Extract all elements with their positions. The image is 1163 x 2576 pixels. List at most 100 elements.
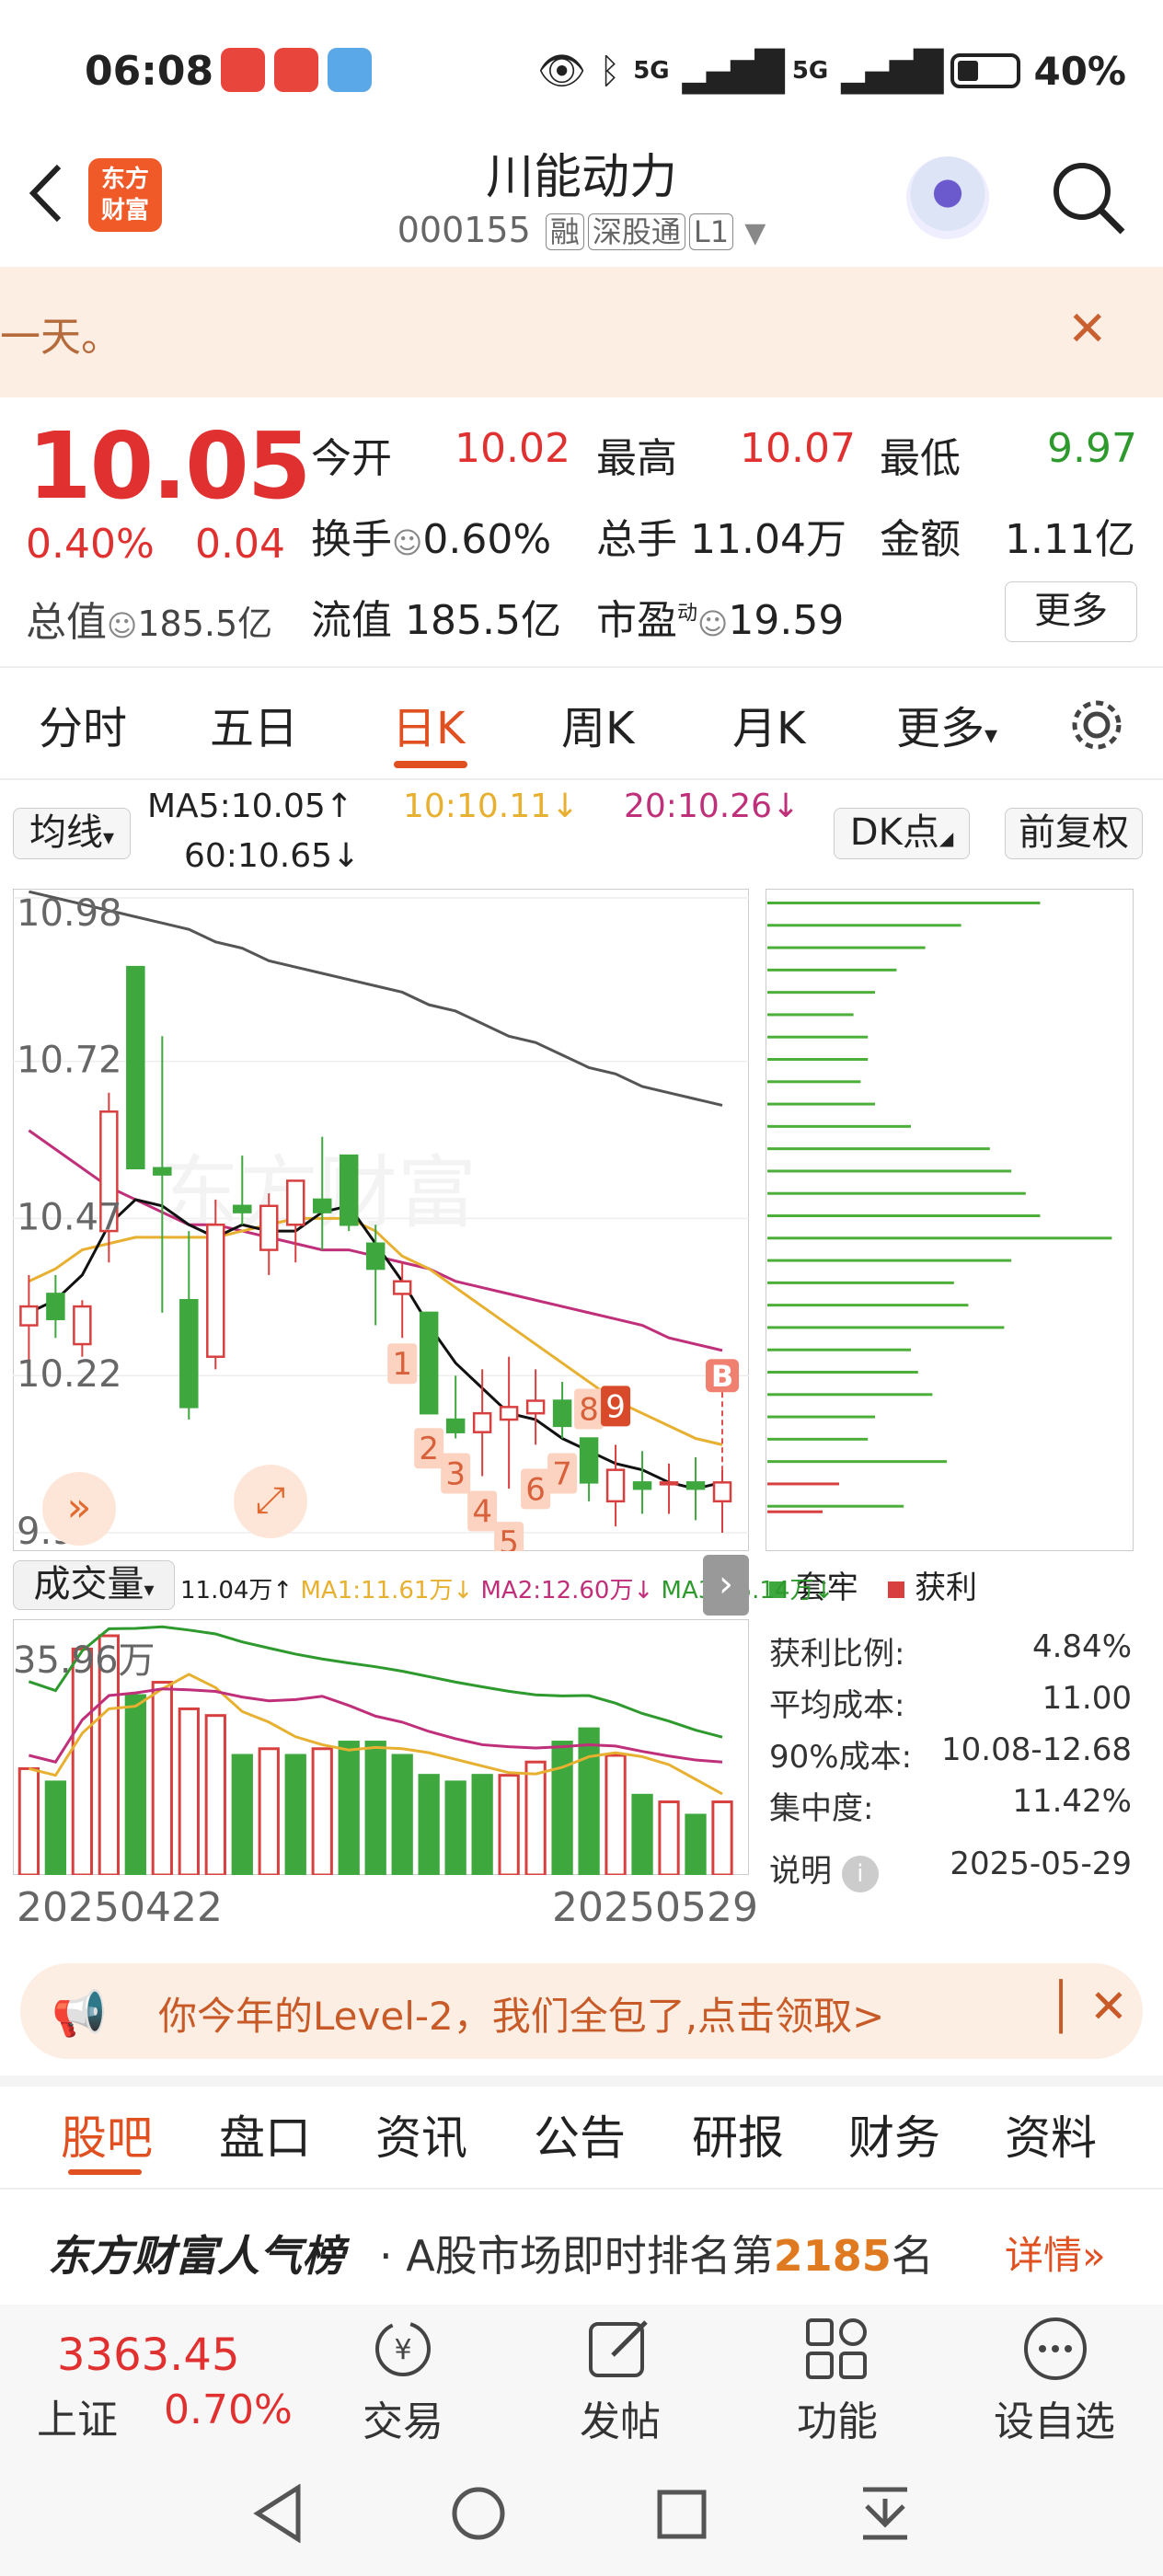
high-value: 10.07 (740, 425, 856, 472)
assistant-robot-icon[interactable] (906, 156, 989, 239)
double-chevron-icon[interactable]: » (42, 1472, 116, 1546)
chip-bar (767, 1236, 1112, 1240)
chip-bar (767, 1102, 875, 1106)
status-bar: 06:08 👁 ᛒ 5G ▂▄▆█ 5G ▂▄▆█ 40% (0, 0, 1163, 138)
trade-yen-icon[interactable]: ¥ (366, 2317, 440, 2381)
sequence-marker-label: 5 (499, 1524, 519, 1551)
open-label: 今开 (311, 435, 392, 482)
battery-percent: 40% (1033, 48, 1126, 94)
tab-research[interactable]: 研报 (692, 2101, 784, 2168)
banner-text[interactable]: 你今年的Level-2，我们全包了,点击领取> (158, 1985, 884, 2041)
expand-icon[interactable]: ⤢ (234, 1465, 307, 1538)
mktcap-label: 总值☺185.5亿 (26, 599, 273, 646)
candle-body (286, 1179, 305, 1226)
tab-handicap[interactable]: 盘口 (219, 2101, 311, 2168)
candle-body (499, 1406, 519, 1421)
more-quote-button[interactable]: 更多 (1005, 581, 1137, 642)
nav-home-icon[interactable] (451, 2486, 506, 2541)
volume-bar (418, 1774, 440, 1875)
ma-selector[interactable]: 均线▾ (13, 808, 131, 859)
tab-announcement[interactable]: 公告 (534, 2101, 626, 2168)
tab-more[interactable]: 更多▾ (896, 692, 997, 756)
index-value[interactable]: 3363.45 (57, 2329, 240, 2381)
tab-finance[interactable]: 财务 (848, 2101, 940, 2168)
volume-max-label: 35.96万 (13, 1639, 155, 1682)
add-watchlist-label[interactable]: 设自选 (981, 2388, 1128, 2447)
battery-icon (950, 53, 1021, 88)
add-watchlist-icon[interactable] (1021, 2315, 1089, 2383)
volume-bar (631, 1793, 653, 1875)
concentration-value: 11.42% (1012, 1783, 1132, 1820)
settings-gear-icon[interactable] (1067, 696, 1126, 754)
chip-bar (767, 1415, 875, 1419)
candle-body (685, 1481, 706, 1490)
app-notification-icon (221, 48, 265, 92)
chip-date: 2025-05-29 (950, 1846, 1132, 1882)
tab-intraday[interactable]: 分时 (39, 692, 127, 756)
tab-guba[interactable]: 股吧 (61, 2101, 153, 2168)
explain-link[interactable]: 说明 i (769, 1846, 879, 1892)
chevron-right-icon[interactable]: › (703, 1555, 749, 1616)
function-label[interactable]: 功能 (764, 2388, 911, 2447)
tab-profile[interactable]: 资料 (1005, 2101, 1097, 2168)
post-label[interactable]: 发帖 (547, 2388, 694, 2447)
chip-bar (767, 1013, 854, 1017)
notice-text[interactable]: 一天。 (0, 304, 121, 362)
function-grid-icon[interactable] (804, 2317, 869, 2381)
chip-bar (767, 946, 926, 949)
volume-bar (338, 1741, 360, 1875)
close-icon[interactable]: │ ✕ (1047, 1980, 1128, 2033)
kline-chart[interactable]: 东方财富 123456789B 10.9810.7210.4710.229.97 (13, 889, 749, 1551)
tab-five-day[interactable]: 五日 (210, 692, 298, 756)
tag-margin: 融 (545, 213, 584, 250)
svg-text:¥: ¥ (394, 2334, 411, 2366)
candle-body (46, 1293, 65, 1320)
candle-body (579, 1437, 599, 1484)
detail-link[interactable]: 详情» (1005, 2225, 1106, 2281)
popularity-text[interactable]: · A股市场即时排名第2185名 (379, 2223, 934, 2283)
index-name[interactable]: 上证 (37, 2386, 118, 2445)
close-icon[interactable]: ✕ (1067, 302, 1108, 357)
chip-bar (767, 1147, 990, 1151)
y-tick-label: 10.72 (17, 1040, 122, 1082)
candle-body (365, 1242, 386, 1271)
candle-body (392, 1280, 412, 1295)
indicator-selector[interactable]: 成交量▾ (13, 1560, 175, 1610)
eye-icon: 👁 (537, 48, 587, 93)
chip-bar (767, 1371, 918, 1374)
volume-bar (258, 1747, 280, 1875)
stock-code-row[interactable]: 000155 融深股通 L1 ▼ (0, 210, 1163, 250)
volume-bar (605, 1754, 627, 1875)
dk-point-button[interactable]: DK点◢ (834, 808, 970, 859)
tab-news[interactable]: 资讯 (375, 2101, 467, 2168)
sequence-marker-label: 7 (552, 1456, 572, 1493)
volume-bar (284, 1754, 306, 1875)
tab-weekly-k[interactable]: 周K (561, 692, 634, 756)
change-amount: 0.04 (195, 521, 285, 568)
adjust-button[interactable]: 前复权 (1005, 808, 1143, 859)
volume-bar (231, 1754, 253, 1875)
candle-body (525, 1399, 546, 1415)
candle-body (659, 1481, 679, 1486)
index-change[interactable]: 0.70% (164, 2386, 293, 2433)
candle-body (472, 1411, 492, 1433)
volume-bar (17, 1766, 40, 1875)
ma5-value: MA5:10.05↑ (147, 788, 353, 825)
volume-bar (658, 1800, 680, 1875)
dropdown-icon[interactable]: ▼ (744, 217, 766, 249)
nav-back-icon[interactable] (252, 2484, 304, 2543)
tag-connect: 深股通 (587, 213, 685, 250)
nav-menu-icon[interactable] (859, 2484, 911, 2543)
post-edit-icon[interactable] (585, 2315, 653, 2383)
tab-monthly-k[interactable]: 月K (732, 692, 805, 756)
tab-daily-k[interactable]: 日K (392, 692, 465, 756)
nav-recent-icon[interactable] (657, 2490, 707, 2539)
volume-bar (178, 1707, 200, 1875)
float-label: 流值 185.5亿 (311, 597, 561, 644)
search-icon[interactable] (1049, 158, 1126, 236)
volume-bar (124, 1694, 146, 1875)
candle-body (445, 1418, 466, 1433)
chip-bar (767, 902, 1041, 904)
sequence-marker-label: 2 (419, 1431, 439, 1467)
trade-label[interactable]: 交易 (329, 2388, 477, 2447)
